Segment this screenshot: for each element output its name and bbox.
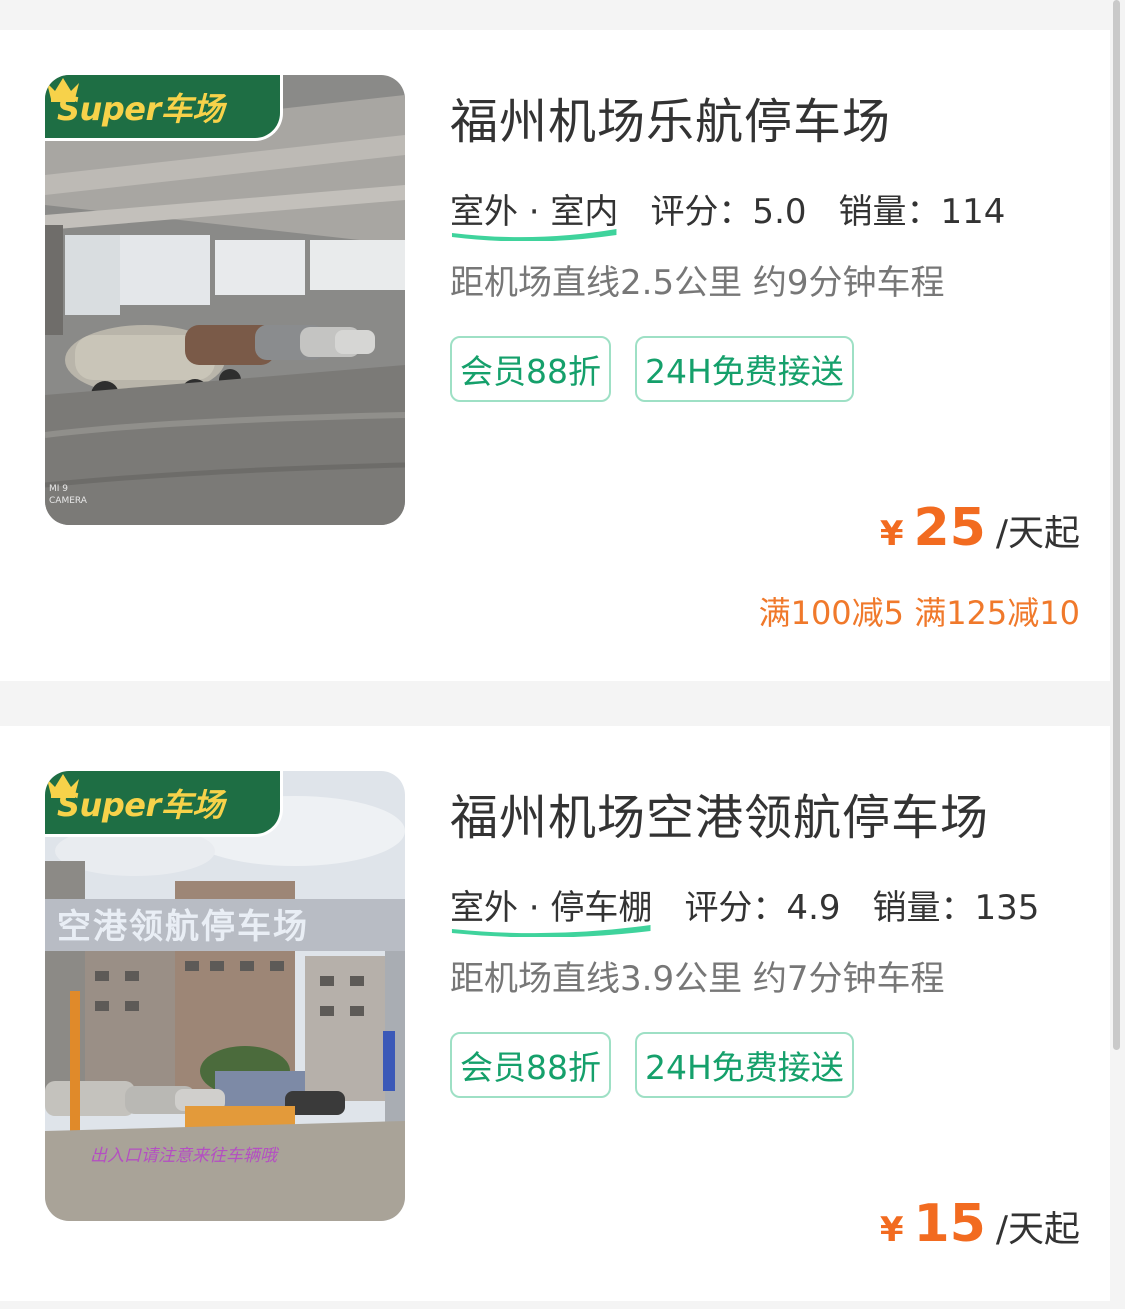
photo-watermark-line2: CAMERA xyxy=(49,496,88,506)
scrollbar[interactable] xyxy=(1113,0,1120,1050)
super-parking-badge: Super车场 xyxy=(45,75,283,141)
currency-symbol: ¥ xyxy=(879,1210,904,1250)
tag-free-shuttle: 24H免费接送 xyxy=(635,1032,854,1098)
badge-label: Super车场 xyxy=(57,89,224,128)
parking-meta: 室外 · 室内 评分：5.0 销量：114 xyxy=(450,184,1006,241)
parking-photo-outdoor[interactable]: 空港领航停车场 出入口请注意来往车辆哦 Super车场 xyxy=(45,771,405,1221)
promo-text: 满100减5 满125减10 xyxy=(758,594,1080,632)
tag-member-discount: 会员88折 xyxy=(450,336,611,402)
tag-member-discount: 会员88折 xyxy=(450,1032,611,1098)
price-unit: /天起 xyxy=(995,513,1080,554)
top-spacer xyxy=(0,0,1125,30)
badge-label: Super车场 xyxy=(57,785,224,824)
parking-name[interactable]: 福州机场空港领航停车场 xyxy=(450,778,989,848)
parking-types: 室外 · 室内 xyxy=(450,184,619,241)
parking-types: 室外 · 停车棚 xyxy=(450,880,653,937)
parking-price: ¥ 25 /天起 xyxy=(880,498,1080,558)
parking-photo-indoor[interactable]: MI 9 CAMERA Super车场 xyxy=(45,75,405,525)
parking-types-label: 室外 · 室内 xyxy=(450,191,619,232)
parking-tags: 会员88折 24H免费接送 xyxy=(450,336,854,402)
currency-symbol: ¥ xyxy=(879,514,904,554)
parking-name[interactable]: 福州机场乐航停车场 xyxy=(450,82,891,152)
parking-meta: 室外 · 停车棚 评分：4.9 销量：135 xyxy=(450,880,1040,937)
parking-distance: 距机场直线2.5公里 约9分钟车程 xyxy=(450,263,945,303)
super-parking-badge: Super车场 xyxy=(45,771,283,837)
photo-watermark-line1: MI 9 xyxy=(49,484,68,494)
parking-rating: 评分：4.9 xyxy=(684,887,841,928)
parking-rating: 评分：5.0 xyxy=(650,191,807,232)
parking-card[interactable]: MI 9 CAMERA Super车场 福州机场乐航停车场 室外 · 室内 评分… xyxy=(0,30,1110,681)
photo-ground-text: 出入口请注意来往车辆哦 xyxy=(90,1146,280,1166)
price-amount: 15 xyxy=(913,1194,986,1254)
parking-card[interactable]: 空港领航停车场 出入口请注意来往车辆哦 Super车场 福州机场空港领航停车场 … xyxy=(0,726,1110,1301)
parking-distance: 距机场直线3.9公里 约7分钟车程 xyxy=(450,959,945,999)
parking-sales: 销量：114 xyxy=(838,191,1006,232)
indoor-garage-photo: MI 9 CAMERA xyxy=(45,75,405,525)
parking-price: ¥ 15 /天起 xyxy=(880,1194,1080,1254)
crown-icon xyxy=(47,78,79,102)
photo-sign-text: 空港领航停车场 xyxy=(57,907,309,947)
parking-tags: 会员88折 24H免费接送 xyxy=(450,1032,854,1098)
parking-list-page: MI 9 CAMERA Super车场 福州机场乐航停车场 室外 · 室内 评分… xyxy=(0,0,1125,1309)
parking-sales: 销量：135 xyxy=(872,887,1040,928)
outdoor-gate-photo: 空港领航停车场 出入口请注意来往车辆哦 xyxy=(45,771,405,1221)
price-unit: /天起 xyxy=(995,1209,1080,1250)
parking-types-label: 室外 · 停车棚 xyxy=(450,887,653,928)
tag-free-shuttle: 24H免费接送 xyxy=(635,336,854,402)
price-amount: 25 xyxy=(913,498,986,558)
crown-icon xyxy=(47,774,79,798)
